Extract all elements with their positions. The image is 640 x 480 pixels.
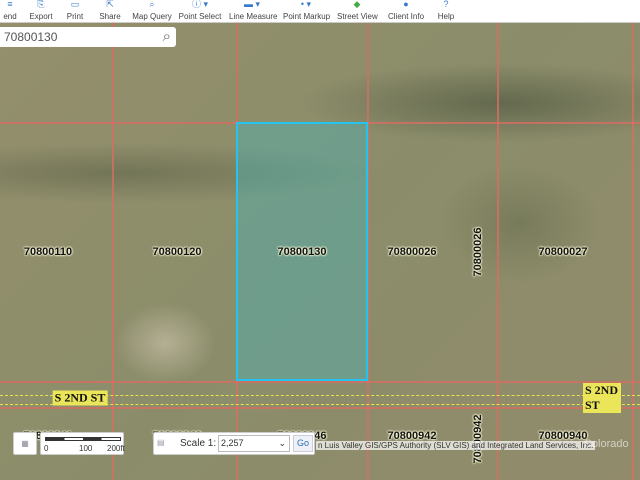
print-button[interactable]: ▭ Print (62, 0, 88, 23)
map-canvas[interactable]: 70800110 70800120 70800130 70800026 7080… (0, 23, 640, 480)
pin-icon: • ▾ (300, 0, 312, 9)
help-icon: ? (443, 0, 449, 9)
road-label: S 2ND ST (583, 383, 621, 413)
parcel-label[interactable]: 70800027 (539, 246, 588, 258)
road-label: S 2ND ST (52, 390, 108, 406)
legend-icon: ≡ (7, 0, 13, 9)
toolbar: ≡ end ⎘ Export ▭ Print ⇱ Share ⌕ Map Query ⓘ … (0, 0, 640, 23)
scale-panel: ▤ Scale 1: 2,257 ⌄ Go (153, 432, 315, 455)
scale-tick: 200ft (107, 444, 125, 453)
help-button[interactable]: ? Help (434, 0, 458, 23)
map-query-button[interactable]: ⌕ Map Query (132, 0, 172, 23)
scale-label: Scale 1: (180, 438, 217, 449)
printer-icon: ▭ (70, 0, 80, 9)
layers-button[interactable]: ▦ (13, 432, 37, 455)
parcel-label[interactable]: 70800110 (24, 246, 72, 258)
scalebar: 0 100 200ft (40, 432, 125, 455)
search-input[interactable]: 70800130 ⌕ (0, 27, 176, 47)
search-value: 70800130 (4, 30, 58, 44)
user-icon: ● (403, 0, 409, 9)
parcel-label[interactable]: 70800942 (472, 415, 484, 464)
share-icon: ⇱ (106, 0, 114, 9)
parcel-label[interactable]: 70800120 (153, 246, 202, 258)
scalebar-graphic (45, 437, 121, 441)
parcel-label[interactable]: 70800026 (472, 228, 484, 277)
parcel-line (0, 381, 640, 383)
search-icon[interactable]: ⌕ (163, 28, 171, 45)
legend-button[interactable]: ≡ end (0, 0, 20, 23)
scale-value: 2,257 (221, 438, 244, 448)
ruler-icon: ▬ ▾ (243, 0, 261, 9)
scale-tick: 100 (79, 444, 93, 453)
magnifier-icon: ⌕ (149, 0, 155, 9)
point-markup-button[interactable]: • ▾ Point Markup (283, 0, 330, 23)
street-view-button[interactable]: ◆ Street View (337, 0, 378, 23)
parcel-label[interactable]: 70800026 (388, 246, 437, 258)
chevron-down-icon: ⌄ (278, 438, 286, 448)
point-select-button[interactable]: ⓘ ▾ Point Select (178, 0, 222, 23)
parcel-line (0, 407, 640, 409)
go-button[interactable]: Go (293, 435, 313, 452)
export-button[interactable]: ⎘ Export (26, 0, 56, 23)
parcel-line (112, 23, 114, 480)
scale-tick: 0 (44, 444, 49, 453)
info-icon: ⓘ ▾ (191, 0, 209, 9)
client-info-button[interactable]: ● Client Info (388, 0, 424, 23)
scale-icon: ▤ (157, 438, 165, 447)
parcel-line (497, 23, 499, 480)
street-view-icon: ◆ (353, 0, 361, 9)
line-measure-button[interactable]: ▬ ▾ Line Measure (229, 0, 277, 23)
parcel-line (632, 23, 634, 480)
colorado-watermark: Colorado (584, 438, 629, 450)
layers-icon: ▦ (21, 439, 29, 448)
share-button[interactable]: ⇱ Share (96, 0, 124, 23)
parcel-label[interactable]: 70800130 (278, 246, 327, 258)
attribution: n Luis Valley GIS/GPS Authority (SLV GIS… (316, 441, 596, 450)
scale-select[interactable]: 2,257 ⌄ (218, 435, 290, 452)
export-icon: ⎘ (37, 0, 45, 9)
